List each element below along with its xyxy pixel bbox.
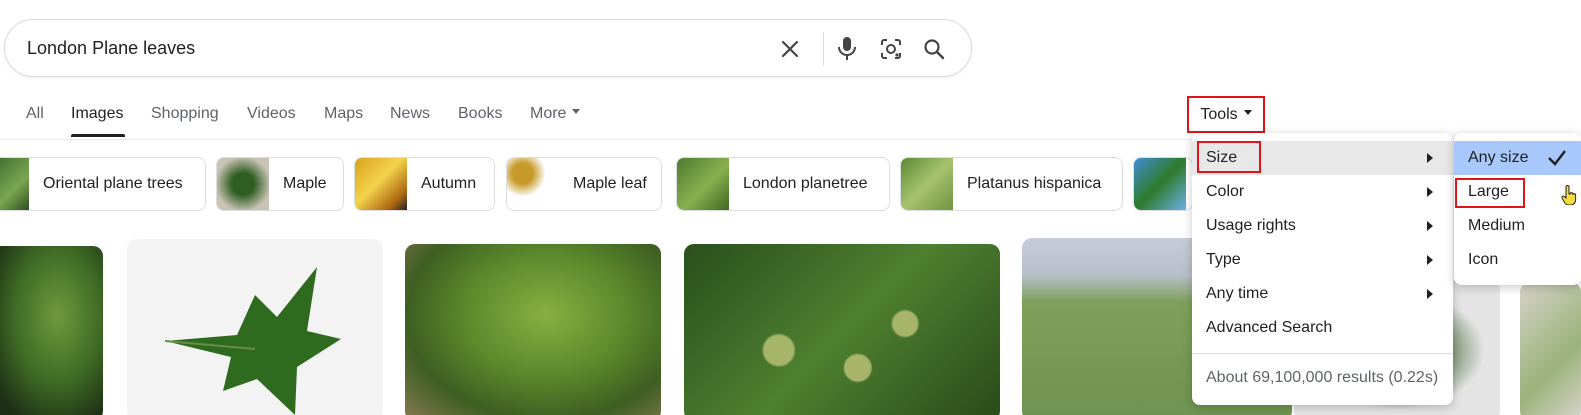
chevron-right-icon xyxy=(1427,221,1433,231)
menu-item-usage-rights[interactable]: Usage rights xyxy=(1192,209,1453,243)
lens-icon[interactable] xyxy=(876,34,906,64)
tab-news[interactable]: News xyxy=(390,105,430,123)
menu-item-label: Size xyxy=(1206,149,1238,166)
chip-label: Oriental plane trees xyxy=(43,175,183,192)
menu-item-advanced-search[interactable]: Advanced Search xyxy=(1192,311,1453,345)
menu-item-any-time[interactable]: Any time xyxy=(1192,277,1453,311)
chip-autumn[interactable]: Autumn xyxy=(354,157,495,211)
chip-label: London planetree xyxy=(743,175,868,192)
tab-more-label: More xyxy=(530,105,567,122)
chip-label: Maple xyxy=(283,175,327,192)
chevron-right-icon xyxy=(1427,255,1433,265)
tools-menu: Size Color Usage rights Type Any time Ad… xyxy=(1192,133,1453,405)
tab-images[interactable]: Images xyxy=(71,105,123,123)
chip-label: Platanus hispanica xyxy=(967,175,1102,192)
chevron-right-icon xyxy=(1427,289,1433,299)
menu-item-size[interactable]: Size xyxy=(1192,141,1453,175)
tools-label: Tools xyxy=(1200,105,1238,123)
chevron-right-icon xyxy=(1427,153,1433,163)
active-tab-indicator xyxy=(71,134,125,137)
chevron-right-icon xyxy=(1427,187,1433,197)
menu-item-label: Large xyxy=(1468,183,1509,200)
tab-more[interactable]: More xyxy=(530,105,581,123)
result-image[interactable] xyxy=(127,239,383,415)
chip-thumbnail xyxy=(901,158,953,210)
size-any-size[interactable]: Any size xyxy=(1454,141,1581,175)
menu-item-label: Medium xyxy=(1468,217,1525,234)
menu-item-label: Type xyxy=(1206,251,1241,268)
menu-item-label: Any size xyxy=(1468,149,1529,166)
chip-thumbnail xyxy=(1134,158,1186,210)
chip-thumbnail xyxy=(355,158,407,210)
chip-label: Maple leaf xyxy=(573,175,647,192)
tab-books[interactable]: Books xyxy=(458,105,502,123)
menu-item-label: Usage rights xyxy=(1206,217,1296,234)
chip-oriental-plane-trees[interactable]: Oriental plane trees xyxy=(0,157,206,211)
chip-maple[interactable]: Maple xyxy=(216,157,344,211)
tab-maps[interactable]: Maps xyxy=(324,105,363,123)
menu-item-label: Color xyxy=(1206,183,1245,200)
chip-thumbnail xyxy=(217,158,269,210)
size-large[interactable]: Large xyxy=(1454,175,1581,209)
search-icon[interactable] xyxy=(919,34,949,64)
chip-partial[interactable] xyxy=(1133,157,1193,211)
chip-thumbnail xyxy=(0,158,29,210)
result-image[interactable] xyxy=(0,246,103,415)
result-image[interactable] xyxy=(684,244,1000,415)
clear-icon[interactable] xyxy=(775,34,805,64)
search-input[interactable]: London Plane leaves xyxy=(27,38,195,59)
menu-item-type[interactable]: Type xyxy=(1192,243,1453,277)
result-image[interactable] xyxy=(1520,282,1581,415)
menu-item-label: Icon xyxy=(1468,251,1499,268)
search-bar[interactable]: London Plane leaves xyxy=(4,19,972,77)
result-image[interactable] xyxy=(405,244,661,415)
chip-platanus-hispanica[interactable]: Platanus hispanica xyxy=(900,157,1123,211)
size-submenu: Any size Large Medium Icon xyxy=(1454,133,1581,285)
menu-item-color[interactable]: Color xyxy=(1192,175,1453,209)
menu-item-label: Any time xyxy=(1206,285,1269,302)
menu-divider xyxy=(1192,353,1453,354)
search-divider xyxy=(823,32,824,66)
tools-button[interactable]: Tools xyxy=(1187,96,1265,133)
tab-videos[interactable]: Videos xyxy=(247,105,296,123)
checkmark-icon xyxy=(1548,150,1566,166)
tab-all[interactable]: All xyxy=(26,105,44,123)
size-icon[interactable]: Icon xyxy=(1454,243,1581,277)
chip-thumbnail xyxy=(507,158,559,210)
leaf-image xyxy=(164,267,341,415)
chevron-down-icon xyxy=(1243,110,1252,115)
microphone-icon[interactable] xyxy=(832,34,862,64)
menu-item-label: Advanced Search xyxy=(1206,319,1333,336)
chip-label: Autumn xyxy=(421,175,477,192)
chip-maple-leaf[interactable]: Maple leaf xyxy=(506,157,662,211)
size-medium[interactable]: Medium xyxy=(1454,209,1581,243)
tab-shopping[interactable]: Shopping xyxy=(151,105,219,123)
chip-thumbnail xyxy=(677,158,729,210)
chip-london-planetree[interactable]: London planetree xyxy=(676,157,890,211)
chevron-down-icon xyxy=(572,109,581,115)
results-count: About 69,100,000 results (0.22s) xyxy=(1206,369,1439,386)
hand-cursor-icon xyxy=(1561,185,1577,205)
